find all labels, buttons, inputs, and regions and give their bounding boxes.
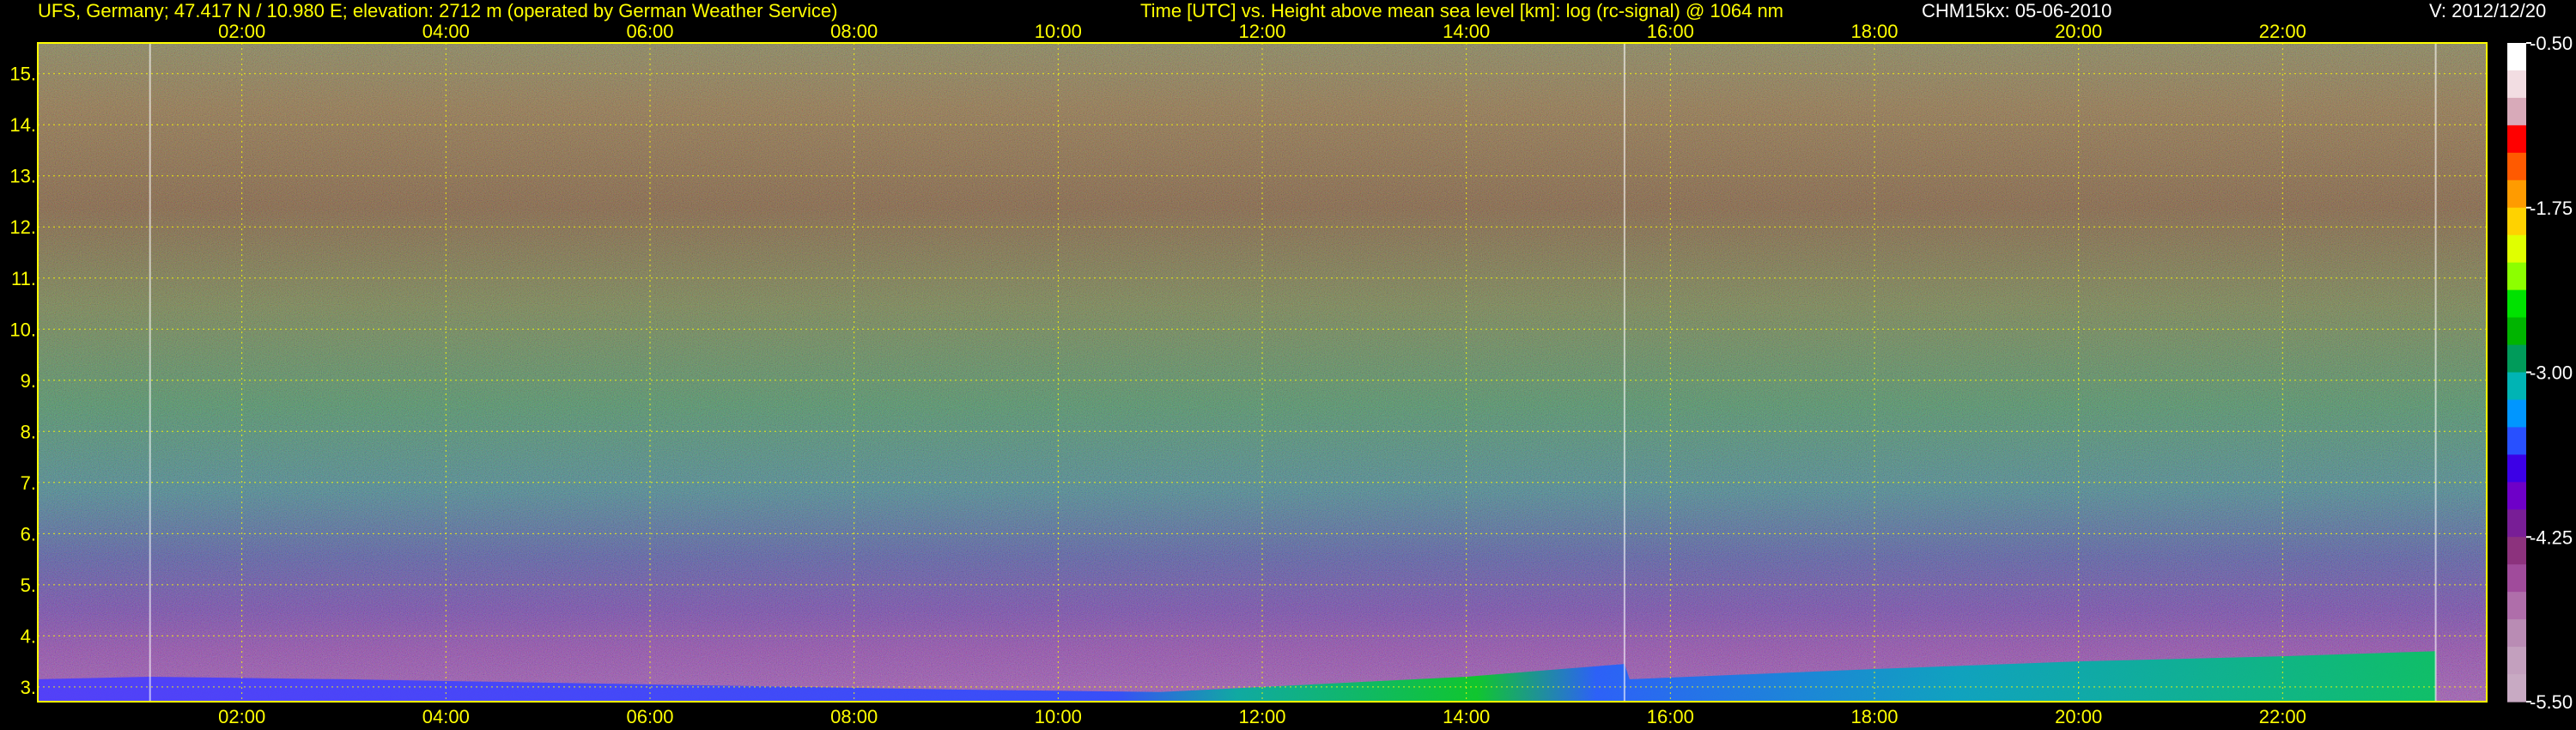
x-tick-label-bottom: 02:00 xyxy=(218,706,265,727)
colorbar-segment xyxy=(2507,152,2526,181)
colorbar-segment xyxy=(2507,207,2526,236)
x-tick-label-bottom: 12:00 xyxy=(1238,706,1285,727)
colorbar-segment xyxy=(2507,289,2526,319)
y-tick-label: 8. xyxy=(21,421,36,442)
colorbar-segment xyxy=(2507,372,2526,401)
colorbar-segment xyxy=(2507,482,2526,510)
colorbar-segment xyxy=(2507,427,2526,455)
y-tick-label: 12. xyxy=(9,216,36,238)
x-tick-label-top: 16:00 xyxy=(1647,21,1694,42)
colorbar-segment xyxy=(2507,592,2526,620)
x-tick-label-top: 20:00 xyxy=(2055,21,2102,42)
y-tick-label: 11. xyxy=(11,268,36,289)
colorbar-segment xyxy=(2507,344,2526,374)
y-tick-label: 3. xyxy=(21,677,36,698)
colorbar-segment xyxy=(2507,317,2526,346)
colorbar-tick-label: -3.00 xyxy=(2530,362,2573,384)
x-tick-label-top: 06:00 xyxy=(626,21,673,42)
x-tick-label-top: 08:00 xyxy=(830,21,878,42)
colorbar-segment xyxy=(2507,619,2526,648)
y-tick-label: 7. xyxy=(21,472,36,494)
x-tick-label-bottom: 04:00 xyxy=(422,706,470,727)
x-tick-label-top: 14:00 xyxy=(1443,21,1490,42)
colorbar-segment xyxy=(2507,179,2526,209)
y-tick-label: 10. xyxy=(9,319,36,340)
colorbar-segment xyxy=(2507,125,2526,154)
colorbar-segment xyxy=(2507,509,2526,538)
colorbar-segment xyxy=(2507,537,2526,565)
x-tick-label-top: 22:00 xyxy=(2259,21,2306,42)
x-tick-label-bottom: 20:00 xyxy=(2055,706,2102,727)
y-tick-label: 13. xyxy=(9,166,36,187)
x-tick-label-bottom: 10:00 xyxy=(1035,706,1082,727)
x-tick-label-bottom: 22:00 xyxy=(2259,706,2306,727)
colorbar-segment xyxy=(2507,70,2526,99)
colorbar-segment xyxy=(2507,564,2526,593)
colorbar-segment xyxy=(2507,454,2526,483)
y-tick-label: 9. xyxy=(21,370,36,392)
colorbar-segment xyxy=(2507,647,2526,675)
colorbar-tick-label: -4.25 xyxy=(2530,526,2573,548)
ceilometer-figure: UFS, Germany; 47.417 N / 10.980 E; eleva… xyxy=(0,0,2576,730)
y-tick-label: 14. xyxy=(9,114,36,136)
y-tick-label: 6. xyxy=(21,523,36,544)
colorbar: -0.50 -1.75 -3.00 -4.25 -5.50 xyxy=(2507,33,2573,713)
colorbar-segment xyxy=(2507,262,2526,291)
colorbar-segment xyxy=(2507,399,2526,429)
x-tick-label-top: 10:00 xyxy=(1035,21,1082,42)
y-tick-label: 4. xyxy=(21,625,36,647)
x-tick-label-bottom: 06:00 xyxy=(626,706,673,727)
colorbar-tick-label: -5.50 xyxy=(2530,691,2573,713)
x-tick-label-bottom: 16:00 xyxy=(1647,706,1694,727)
x-tick-label-top: 02:00 xyxy=(218,21,265,42)
y-tick-label: 5. xyxy=(21,575,36,596)
colorbar-tick-label: -1.75 xyxy=(2530,198,2573,219)
colorbar-segment xyxy=(2507,674,2526,703)
x-tick-label-bottom: 14:00 xyxy=(1443,706,1490,727)
y-tick-label: 15. xyxy=(9,64,36,85)
colorbar-tick-label: -0.50 xyxy=(2530,33,2573,54)
colorbar-segment xyxy=(2507,43,2526,71)
x-tick-label-bottom: 18:00 xyxy=(1850,706,1898,727)
x-tick-label-top: 12:00 xyxy=(1238,21,1285,42)
chart-svg: 02:00 02:00 04:00 04:00 06:00 06:00 08:00 08:00… xyxy=(9,21,2573,727)
x-tick-label-top: 04:00 xyxy=(422,21,470,42)
colorbar-segment xyxy=(2507,97,2526,126)
x-tick-label-bottom: 08:00 xyxy=(830,706,878,727)
colorbar-segment xyxy=(2507,234,2526,264)
x-tick-label-top: 18:00 xyxy=(1850,21,1898,42)
